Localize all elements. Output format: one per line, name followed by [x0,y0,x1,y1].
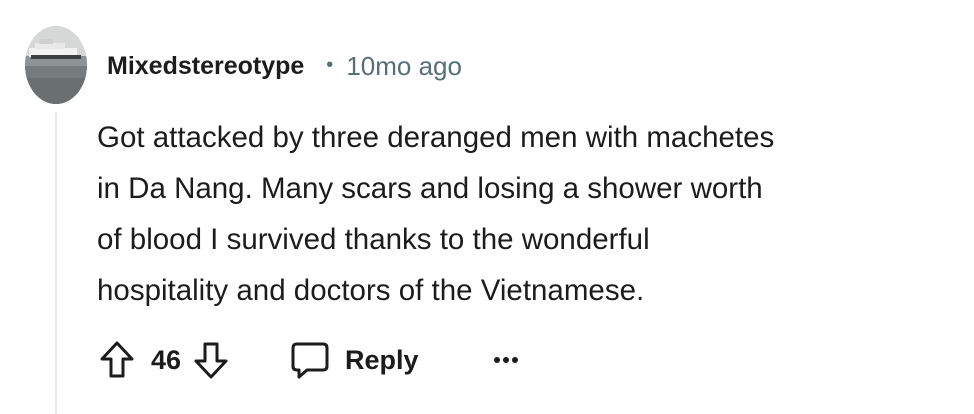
arrow-up-outline-icon [100,341,134,378]
more-options-button[interactable] [491,345,521,375]
comment-header: Mixedstereotype • 10mo ago [107,46,462,86]
separator-dot: • [326,53,334,76]
ellipsis-icon [493,357,518,363]
comment-body-line: in Da Nang. Many scars and losing a show… [97,172,763,205]
arrow-down-outline-icon [194,342,228,379]
username[interactable]: Mixedstereotype [107,52,304,81]
comment-body: Got attacked by three deranged men with … [97,112,957,316]
comment-body-line: hospitality and doctors of the Vietnames… [97,274,645,307]
avatar[interactable] [25,26,87,104]
speech-bubble-icon [289,339,331,381]
reply-label: Reply [345,344,419,375]
comment-body-line: of blood I survived thanks to the wonder… [97,223,650,256]
downvote-button[interactable] [191,338,231,382]
vote-score: 46 [151,344,182,375]
upvote-button[interactable] [97,338,137,382]
comment-body-line: Got attacked by three deranged men with … [97,121,775,154]
timestamp[interactable]: 10mo ago [346,51,462,82]
avatar-image [25,26,87,104]
reply-button[interactable]: Reply [289,339,419,381]
thread-line [55,112,57,414]
comment-actions: 46 Reply [97,336,521,384]
